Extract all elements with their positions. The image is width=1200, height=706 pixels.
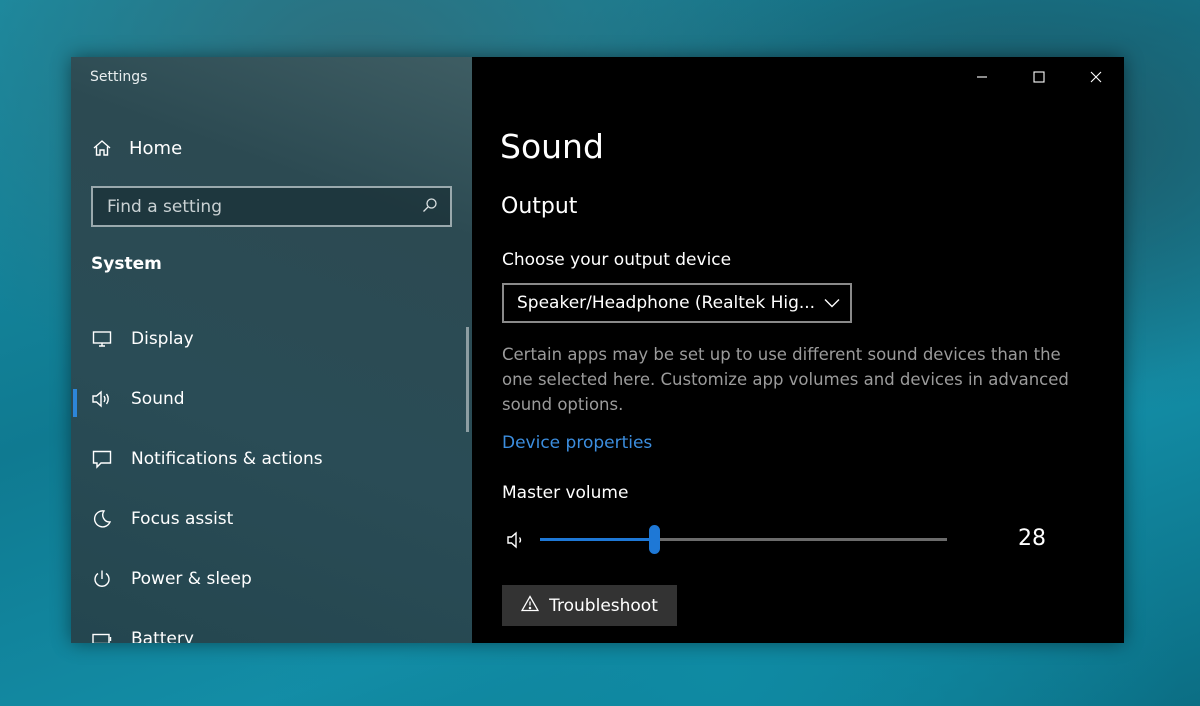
- volume-slider-thumb[interactable]: [648, 525, 660, 554]
- sidebar-item-label: Power & sleep: [131, 569, 252, 589]
- page-title: Sound: [500, 127, 604, 166]
- settings-window: Settings Home System Display: [71, 57, 1124, 643]
- volume-slider-fill: [540, 538, 654, 541]
- device-properties-link[interactable]: Device properties: [502, 433, 652, 453]
- output-device-label: Choose your output device: [502, 250, 732, 270]
- troubleshoot-button[interactable]: Troubleshoot: [502, 585, 677, 626]
- maximize-button[interactable]: [1010, 57, 1067, 97]
- sidebar-item-display[interactable]: Display: [71, 309, 472, 369]
- section-heading: System: [91, 254, 162, 274]
- sidebar-item-battery[interactable]: Battery: [71, 609, 472, 643]
- sidebar-item-label: Battery: [131, 629, 194, 643]
- sidebar-item-label: Sound: [131, 389, 185, 409]
- sidebar-item-label: Notifications & actions: [131, 449, 323, 469]
- home-icon: [91, 137, 113, 159]
- chevron-down-icon: [824, 293, 840, 313]
- notification-icon: [91, 448, 113, 470]
- warning-icon: [521, 594, 540, 617]
- search-box[interactable]: [91, 186, 452, 227]
- volume-value: 28: [1018, 526, 1046, 551]
- output-device-value: Speaker/Headphone (Realtek Hig...: [517, 293, 816, 313]
- minimize-button[interactable]: [953, 57, 1010, 97]
- sidebar-item-sound[interactable]: Sound: [71, 369, 472, 429]
- speaker-icon: [91, 388, 113, 410]
- battery-icon: [91, 628, 113, 643]
- search-icon[interactable]: [422, 197, 438, 217]
- sidebar-item-focus-assist[interactable]: Focus assist: [71, 489, 472, 549]
- search-input[interactable]: [107, 196, 407, 217]
- close-icon: [1090, 71, 1101, 83]
- maximize-icon: [1032, 71, 1045, 83]
- volume-slider[interactable]: [540, 525, 947, 554]
- sidebar-item-label: Focus assist: [131, 509, 234, 529]
- moon-icon: [91, 508, 113, 530]
- master-volume-row: 28: [506, 525, 1066, 555]
- volume-icon[interactable]: [506, 530, 526, 554]
- caption-buttons: [953, 57, 1124, 97]
- app-title: Settings: [90, 69, 148, 85]
- sidebar-item-power-sleep[interactable]: Power & sleep: [71, 549, 472, 609]
- sidebar-nav: Display Sound Notifications & actions Fo…: [71, 309, 472, 643]
- output-device-select[interactable]: Speaker/Headphone (Realtek Hig...: [502, 283, 852, 323]
- output-heading: Output: [501, 194, 578, 219]
- home-label: Home: [129, 137, 183, 159]
- output-description: Certain apps may be set up to use differ…: [502, 345, 1069, 414]
- sidebar-home[interactable]: Home: [91, 137, 182, 159]
- close-button[interactable]: [1067, 57, 1124, 97]
- master-volume-label: Master volume: [502, 483, 629, 503]
- troubleshoot-label: Troubleshoot: [549, 595, 658, 616]
- main-content: Sound Output Choose your output device S…: [472, 57, 1124, 643]
- minimize-icon: [976, 76, 987, 78]
- sidebar-item-notifications[interactable]: Notifications & actions: [71, 429, 472, 489]
- sidebar-scrollbar[interactable]: [466, 327, 469, 432]
- power-icon: [91, 568, 113, 590]
- sidebar-item-label: Display: [131, 329, 194, 349]
- sidebar: Settings Home System Display: [71, 57, 472, 643]
- monitor-icon: [91, 328, 113, 350]
